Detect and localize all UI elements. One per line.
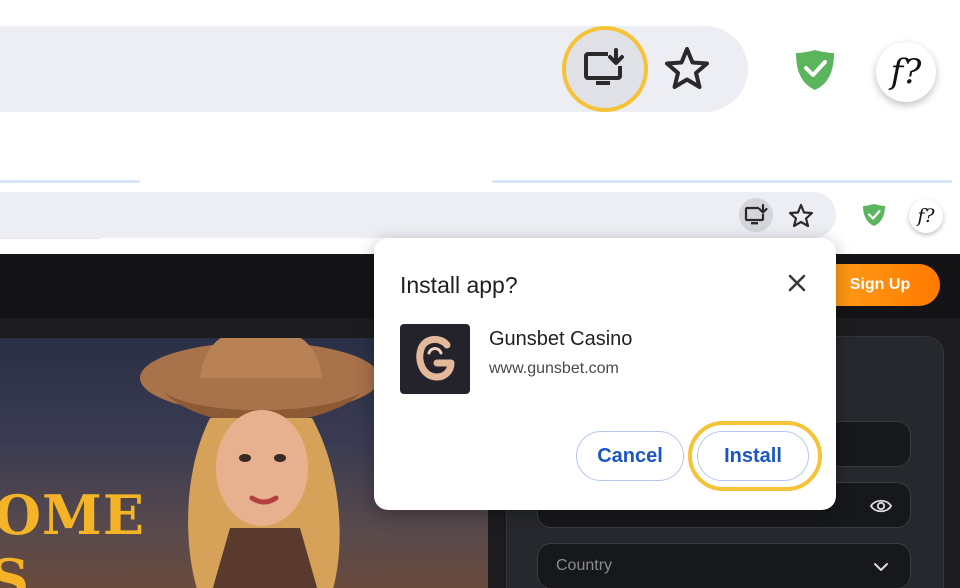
app-logo xyxy=(400,324,470,394)
install-app-icon[interactable] xyxy=(739,198,773,232)
dialog-title: Install app? xyxy=(400,272,518,298)
app-url: www.gunsbet.com xyxy=(489,360,619,377)
install-app-icon[interactable] xyxy=(580,44,630,94)
hero-headline-line1: OME xyxy=(0,483,145,547)
tab-indicator xyxy=(492,180,952,183)
install-button-highlight xyxy=(688,421,822,491)
adguard-shield-icon[interactable] xyxy=(860,201,888,229)
extension-f-icon[interactable]: f? xyxy=(909,199,943,233)
eye-icon[interactable] xyxy=(869,495,893,517)
country-select[interactable]: Country xyxy=(537,543,911,588)
extension-f-icon[interactable]: f? xyxy=(876,42,936,102)
close-icon[interactable] xyxy=(786,272,808,294)
chevron-down-icon xyxy=(872,558,890,576)
cancel-button[interactable]: Cancel xyxy=(576,431,684,481)
divider xyxy=(0,238,100,239)
app-name: Gunsbet Casino xyxy=(489,328,633,350)
star-icon[interactable] xyxy=(786,201,816,231)
tab-indicator xyxy=(0,180,140,183)
star-icon[interactable] xyxy=(662,44,712,94)
address-bar[interactable] xyxy=(0,192,836,238)
country-label: Country xyxy=(556,557,613,574)
hero-headline-line2: S xyxy=(0,547,29,588)
adguard-shield-icon[interactable] xyxy=(790,44,840,94)
